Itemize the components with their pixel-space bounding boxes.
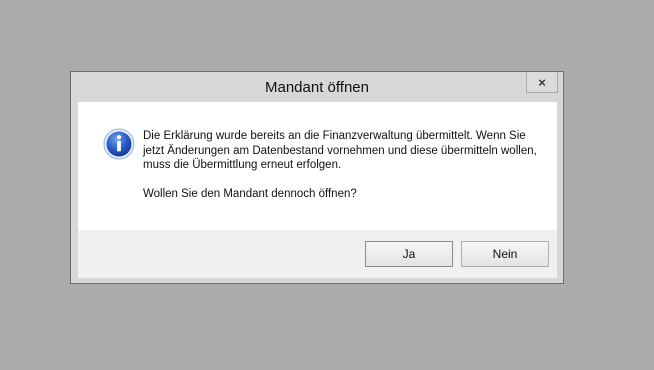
message-question: Wollen Sie den Mandant dennoch öffnen? xyxy=(143,187,357,200)
no-button[interactable]: Nein xyxy=(461,241,549,267)
dialog-titlebar[interactable]: Mandant öffnen × xyxy=(71,72,563,102)
info-icon xyxy=(103,128,135,160)
message-area: Die Erklärung wurde bereits an die Finan… xyxy=(78,102,557,230)
yes-button[interactable]: Ja xyxy=(365,241,453,267)
dialog-title: Mandant öffnen xyxy=(265,79,369,96)
message-body: Die Erklärung wurde bereits an die Finan… xyxy=(143,130,537,171)
close-button[interactable]: × xyxy=(526,72,558,93)
message-text: Die Erklärung wurde bereits an die Finan… xyxy=(143,129,543,201)
message-dialog: Mandant öffnen × Die Erklärung wurde ber… xyxy=(70,71,564,284)
dialog-content: Die Erklärung wurde bereits an die Finan… xyxy=(78,102,557,278)
close-icon: × xyxy=(538,74,546,90)
